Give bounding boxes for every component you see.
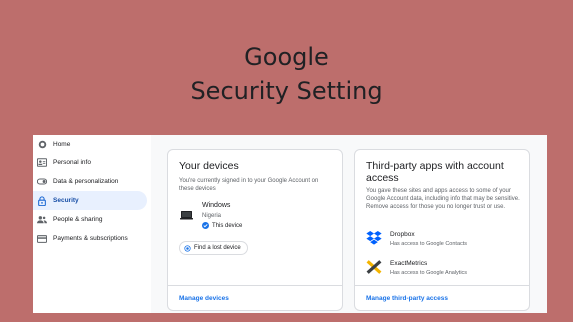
sidebar-item-label: People & sharing: [53, 216, 103, 223]
sidebar-item-personal-info[interactable]: Personal info: [33, 153, 147, 172]
this-device-status: This device: [202, 222, 242, 229]
sidebar-item-home[interactable]: Home: [33, 135, 147, 154]
find-lost-device-label: Find a lost device: [194, 245, 241, 251]
laptop-icon: [180, 211, 193, 220]
manage-devices-link[interactable]: Manage devices: [179, 295, 229, 302]
card-divider: [168, 285, 342, 286]
id-card-icon: [37, 158, 47, 168]
page-title-line2: Security Setting: [190, 77, 383, 105]
sidebar-item-label: Data & personalization: [53, 178, 119, 185]
app-access: Has access to Google Analytics: [390, 270, 468, 276]
device-location: Nigeria: [202, 213, 222, 219]
card-title-line2: access: [366, 172, 399, 184]
card-title: Third-party apps with account access: [366, 160, 504, 184]
app-access: Has access to Google Contacts: [390, 241, 468, 247]
device-name: Windows: [202, 202, 231, 209]
manage-third-party-access-link[interactable]: Manage third-party access: [366, 295, 448, 302]
card-title: Your devices: [179, 160, 239, 172]
card-description: You gave these sites and apps access to …: [366, 188, 520, 210]
card-divider: [355, 285, 529, 286]
dropbox-icon: [366, 231, 382, 245]
home-icon: [37, 140, 47, 150]
sidebar-item-security[interactable]: Security: [33, 191, 147, 210]
this-device-label: This device: [212, 222, 243, 229]
sidebar-item-label: Home: [53, 141, 71, 148]
page-title-line1: Google: [244, 43, 329, 71]
sidebar-item-data-personalization[interactable]: Data & personalization: [33, 172, 147, 191]
app-name: ExactMetrics: [390, 260, 428, 267]
account-security-panel: Home Personal info Data & personalizatio…: [33, 135, 547, 313]
credit-card-icon: [37, 234, 47, 244]
third-party-apps-card: Third-party apps with account access You…: [354, 149, 530, 311]
people-icon: [37, 215, 47, 225]
toggle-icon: [37, 177, 47, 187]
sidebar-item-people-sharing[interactable]: People & sharing: [33, 210, 147, 229]
app-name: Dropbox: [390, 231, 415, 238]
sidebar-nav: Home Personal info Data & personalizatio…: [33, 135, 151, 313]
locate-icon: [184, 244, 191, 252]
card-title-line1: Third-party apps with account: [366, 160, 504, 172]
find-lost-device-button[interactable]: Find a lost device: [179, 241, 248, 255]
sidebar-item-label: Security: [53, 197, 79, 204]
sidebar-item-label: Personal info: [53, 159, 91, 166]
check-circle-icon: [202, 222, 209, 229]
card-description: You're currently signed in to your Googl…: [179, 178, 319, 192]
sidebar-item-label: Payments & subscriptions: [53, 235, 128, 242]
exactmetrics-icon: [366, 260, 382, 274]
lock-icon: [37, 195, 47, 206]
sidebar-item-payments-subscriptions[interactable]: Payments & subscriptions: [33, 229, 147, 248]
your-devices-card: Your devices You're currently signed in …: [167, 149, 343, 311]
